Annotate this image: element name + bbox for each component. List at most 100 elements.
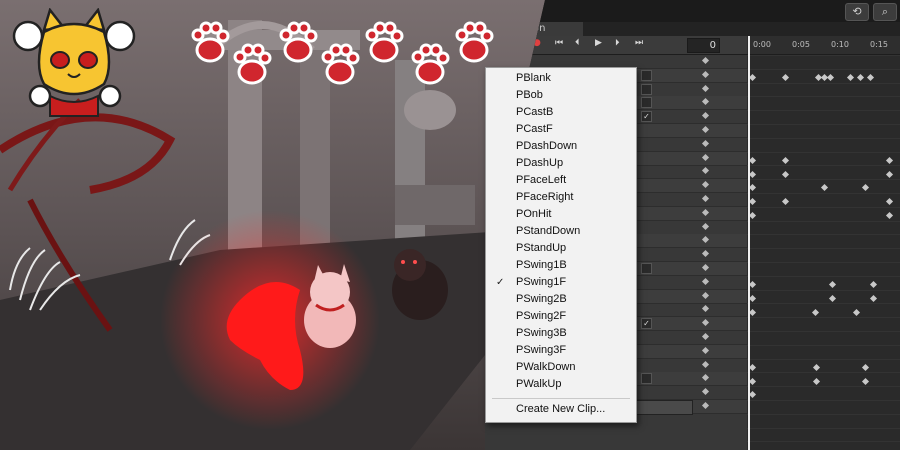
keyframe-toggle-icon[interactable] [701,374,710,382]
keyframe-toggle-icon[interactable] [701,194,710,203]
clip-menu-item[interactable]: PCastF [486,121,636,138]
last-key-icon[interactable]: ⏭ [635,38,643,48]
keyframe-toggle-icon[interactable] [701,277,710,285]
keyframe-marker[interactable] [866,73,875,82]
property-checkbox[interactable] [641,263,652,274]
create-new-clip-item[interactable]: Create New Clip... [486,401,636,418]
keyframe-marker[interactable] [748,211,757,220]
history-icon[interactable]: ⟲ [845,3,869,21]
keyframe-toggle-icon[interactable] [701,360,710,368]
play-icon[interactable]: ▶ [595,38,602,48]
keyframe-toggle-icon[interactable] [701,70,710,78]
keyframe-marker[interactable] [812,377,821,385]
clip-menu-item[interactable]: PStandDown [486,223,636,240]
property-checkbox[interactable] [641,97,652,109]
keyframe-marker[interactable] [826,73,835,82]
keyframe-toggle-icon[interactable] [701,56,710,65]
keyframe-toggle-icon[interactable] [701,305,710,313]
keyframe-marker[interactable] [885,156,894,164]
keyframe-marker[interactable] [748,377,757,385]
keyframe-marker[interactable] [748,308,757,316]
clip-menu-item[interactable]: PSwing3F [486,342,636,359]
keyframe-marker[interactable] [861,363,870,371]
keyframe-toggle-icon[interactable] [701,167,710,175]
clip-menu-item[interactable]: PSwing2B [486,291,636,308]
keyframe-marker[interactable] [861,184,870,192]
first-key-icon[interactable]: ⏮ [555,38,563,48]
playhead[interactable] [748,36,750,450]
clip-menu-item[interactable]: PSwing3B [486,325,636,342]
keyframe-toggle-icon[interactable] [701,208,710,216]
keyframe-toggle-icon[interactable] [701,222,710,230]
keyframe-toggle-icon[interactable] [701,388,710,396]
keyframe-marker[interactable] [748,391,757,399]
clip-menu-item[interactable]: PSwing1F ✓ [486,274,636,291]
keyframe-marker[interactable] [828,280,837,289]
keyframe-toggle-icon[interactable] [701,112,710,120]
clip-menu-item[interactable]: PStandUp [486,240,636,257]
clip-menu-item[interactable]: PDashDown [486,138,636,155]
keyframe-toggle-icon[interactable] [701,332,710,341]
keyframe-marker[interactable] [781,156,790,164]
clip-menu-item[interactable]: PFaceRight [486,189,636,206]
keyframe-marker[interactable] [748,294,757,302]
clip-menu-item[interactable]: POnHit [486,206,636,223]
keyframe-marker[interactable] [812,363,821,371]
keyframe-marker[interactable] [856,73,865,82]
keyframe-toggle-icon[interactable] [701,291,710,299]
keyframe-marker[interactable] [885,198,894,206]
keyframe-marker[interactable] [748,280,757,289]
clip-menu-item[interactable]: PBob [486,87,636,104]
keyframe-toggle-icon[interactable] [701,346,710,354]
keyframe-marker[interactable] [861,377,870,385]
frame-number-field[interactable]: 0 [687,38,720,53]
clip-menu-item[interactable]: PSwing1B [486,257,636,274]
clip-menu-item[interactable]: PSwing2F [486,308,636,325]
dopesheet-row-line [747,262,900,263]
clip-menu-item[interactable]: PWalkUp [486,376,636,393]
keyframe-toggle-icon[interactable] [701,125,710,134]
keyframe-toggle-icon[interactable] [701,263,710,272]
keyframe-marker[interactable] [748,198,757,206]
clip-menu-item[interactable]: PDashUp [486,155,636,172]
clip-menu-item[interactable]: PWalkDown [486,359,636,376]
keyframe-toggle-icon[interactable] [701,181,710,189]
property-checkbox[interactable] [641,69,652,81]
keyframe-toggle-icon[interactable] [701,139,710,147]
property-checkbox[interactable] [641,373,652,385]
keyframe-toggle-icon[interactable] [701,401,710,410]
keyframe-toggle-icon[interactable] [701,153,710,161]
keyframe-marker[interactable] [781,198,790,206]
property-checkbox[interactable]: ✓ [641,111,652,123]
keyframe-marker[interactable] [846,73,855,82]
keyframe-marker[interactable] [885,211,894,220]
keyframe-marker[interactable] [748,170,757,178]
property-checkbox[interactable]: ✓ [641,318,652,330]
keyframe-marker[interactable] [828,294,837,302]
dopesheet[interactable] [747,55,900,450]
keyframe-marker[interactable] [748,73,757,82]
prev-key-icon[interactable]: ⏴ [575,38,580,48]
keyframe-marker[interactable] [869,294,878,302]
keyframe-toggle-icon[interactable] [701,319,710,327]
search-icon[interactable]: ⌕ [873,3,897,21]
keyframe-marker[interactable] [781,73,790,82]
keyframe-marker[interactable] [748,156,757,164]
keyframe-toggle-icon[interactable] [701,84,710,92]
keyframe-marker[interactable] [869,280,878,289]
next-key-icon[interactable]: ⏵ [615,38,620,48]
clip-menu-item[interactable]: PCastB [486,104,636,121]
keyframe-toggle-icon[interactable] [701,98,710,106]
keyframe-marker[interactable] [748,184,757,192]
keyframe-toggle-icon[interactable] [701,236,710,244]
clip-menu-item[interactable]: PFaceLeft [486,172,636,189]
keyframe-toggle-icon[interactable] [701,250,710,258]
keyframe-marker[interactable] [820,184,829,192]
keyframe-marker[interactable] [781,170,790,178]
clip-menu-item[interactable]: PBlank [486,70,636,87]
keyframe-marker[interactable] [748,363,757,371]
keyframe-marker[interactable] [885,170,894,178]
keyframe-marker[interactable] [811,308,820,316]
property-checkbox[interactable] [641,83,652,95]
keyframe-marker[interactable] [852,308,861,316]
